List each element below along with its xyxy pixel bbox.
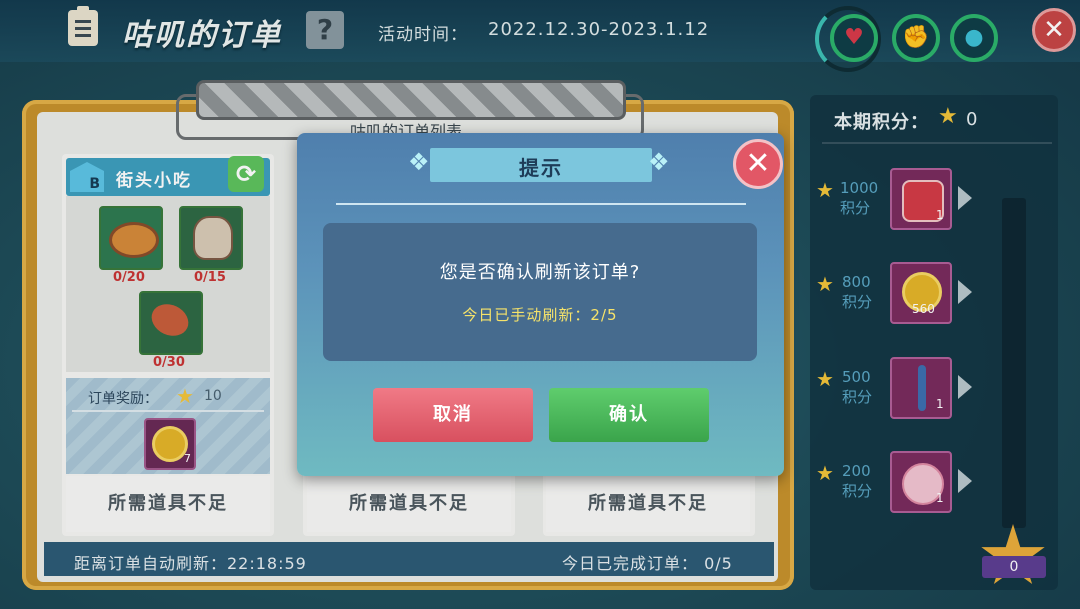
dialog-question: 您是否确认刷新该订单? (439, 262, 641, 283)
dialog-divider (336, 203, 746, 205)
cancel-button[interactable]: 取消 (373, 388, 533, 442)
ornament-icon: ❖ (408, 148, 430, 176)
manual-refresh-count: 今日已手动刷新：2/5 (462, 306, 618, 324)
dialog-message-box (323, 223, 757, 361)
dialog-title: 提示 (519, 156, 563, 180)
dialog-close-button[interactable]: ✕ (733, 139, 783, 189)
confirm-button[interactable]: 确认 (549, 388, 709, 442)
